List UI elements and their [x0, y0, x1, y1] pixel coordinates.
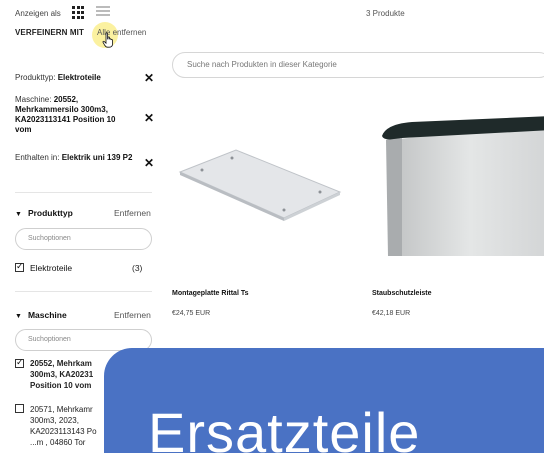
facet-product-type-remove-link[interactable]: Entfernen: [114, 208, 151, 218]
facet-machine-remove-link[interactable]: Entfernen: [114, 310, 151, 320]
option-label: 20552, Mehrkam 300m3, KA20231 Position 1…: [30, 359, 94, 390]
product-type-search-input[interactable]: Suchoptionen: [15, 228, 152, 250]
product-count: 3 Produkte: [366, 9, 405, 18]
filter-prefix: Produkttyp:: [15, 73, 58, 82]
hand-cursor-icon: [102, 32, 113, 48]
product-price: €24,75 EUR: [172, 310, 211, 317]
grid-view-icon[interactable]: [72, 6, 86, 20]
caret-down-icon: ▼: [15, 211, 22, 218]
refine-heading: VERFEINERN MIT: [15, 28, 84, 37]
checkbox-machine-20552[interactable]: [15, 357, 24, 368]
list-view-icon[interactable]: [96, 6, 110, 18]
checkbox-elektroteile[interactable]: [15, 261, 24, 272]
product-search-input[interactable]: Suche nach Produkten in dieser Kategorie: [172, 52, 544, 78]
product-image-mounting-plate[interactable]: [172, 130, 352, 240]
filter-value: Elektrik uni 139 P2: [61, 153, 133, 162]
facet-product-type-toggle[interactable]: ▼ Produkttyp: [15, 208, 73, 218]
sidebar-divider: [15, 192, 152, 193]
facet-machine-toggle[interactable]: ▼ Maschine: [15, 310, 67, 320]
checkbox-machine-20571[interactable]: [15, 404, 24, 413]
filter-prefix: Maschine:: [15, 95, 54, 104]
caret-down-icon: ▼: [15, 313, 22, 320]
remove-filter-machine-icon[interactable]: ✕: [144, 111, 154, 125]
option-label: Elektroteile: [30, 263, 73, 273]
option-count: (3): [132, 263, 143, 273]
facet-heading: Produkttyp: [27, 208, 73, 218]
remove-filter-product-type-icon[interactable]: ✕: [144, 71, 154, 85]
product-name[interactable]: Montageplatte Rittal Ts: [172, 290, 248, 297]
active-filter-machine: Maschine: 20552, Mehrkammersilo 300m3, K…: [15, 95, 133, 135]
active-filter-product-type: Produkttyp: Elektroteile: [15, 73, 140, 83]
sidebar-divider: [15, 291, 152, 292]
option-label: 20571, Mehrkamr 300m3, 2023, KA202311314…: [30, 405, 97, 447]
spare-parts-banner: Ersatzteile: [104, 348, 544, 453]
banner-title: Ersatzteile: [148, 401, 421, 453]
product-image-dust-strip[interactable]: [372, 96, 544, 256]
filter-value: Elektroteile: [57, 73, 101, 82]
product-name[interactable]: Staubschutzleiste: [372, 290, 432, 297]
filter-prefix: Enthalten in:: [15, 153, 62, 162]
remove-filter-contained-in-icon[interactable]: ✕: [144, 156, 154, 170]
view-as-label: Anzeigen als: [15, 9, 61, 18]
facet-heading: Maschine: [27, 310, 67, 320]
toolbar: Anzeigen als 3 Produkte: [0, 0, 544, 26]
product-price: €42,18 EUR: [372, 310, 411, 317]
active-filter-contained-in: Enthalten in: Elektrik uni 139 P2: [15, 153, 137, 163]
